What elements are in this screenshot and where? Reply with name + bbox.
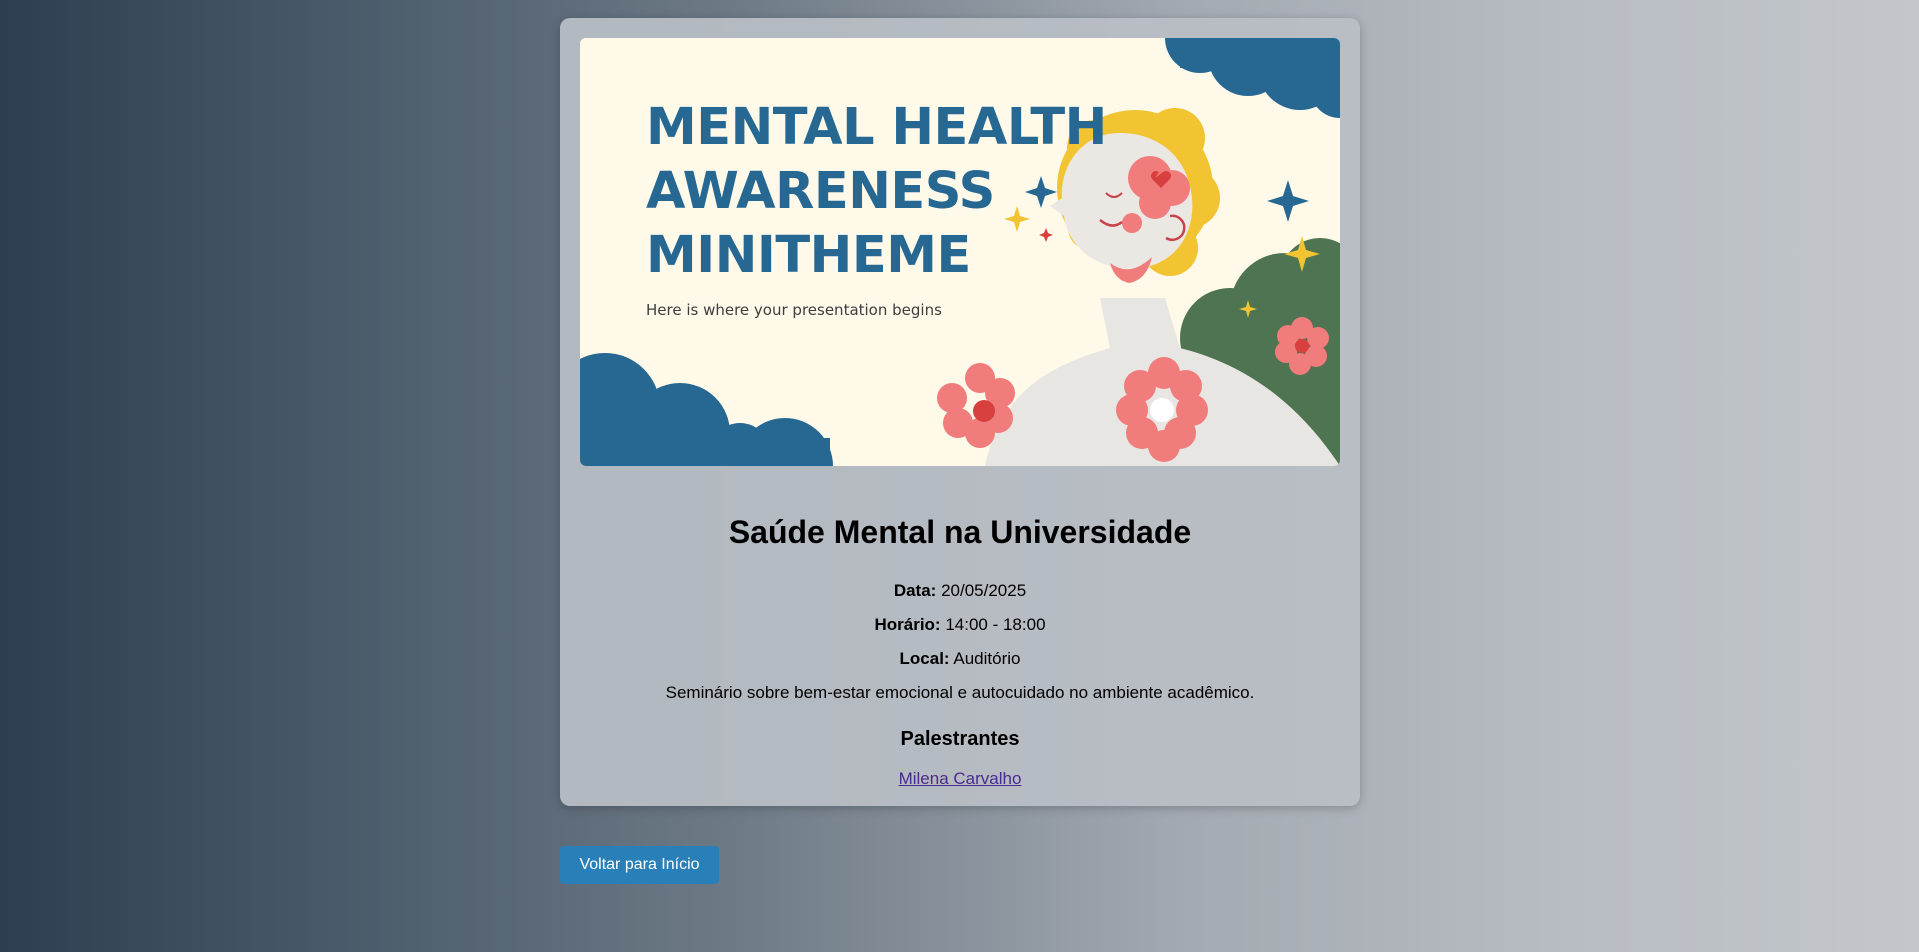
event-date: Data: 20/05/2025 bbox=[560, 581, 1360, 601]
event-time: Horário: 14:00 - 18:00 bbox=[560, 615, 1360, 635]
speaker-link[interactable]: Milena Carvalho bbox=[899, 769, 1022, 788]
location-value: Auditório bbox=[953, 649, 1021, 668]
event-banner-image: MENTAL HEALTH AWARENESS MINITHEME Here i… bbox=[580, 38, 1340, 466]
time-label: Horário: bbox=[874, 615, 941, 634]
time-value: 14:00 - 18:00 bbox=[945, 615, 1046, 634]
speaker-list: Milena Carvalho bbox=[560, 769, 1360, 789]
date-label: Data: bbox=[893, 581, 937, 600]
event-card: MENTAL HEALTH AWARENESS MINITHEME Here i… bbox=[560, 18, 1360, 806]
banner-title-line: MINITHEME bbox=[646, 226, 971, 285]
banner-title-line: MENTAL HEALTH bbox=[646, 98, 1107, 157]
event-description: Seminário sobre bem-estar emocional e au… bbox=[665, 683, 1255, 702]
banner-subtitle: Here is where your presentation begins bbox=[646, 301, 942, 319]
back-to-home-button[interactable]: Voltar para Início bbox=[560, 846, 719, 884]
event-location: Local: Auditório bbox=[560, 649, 1360, 669]
event-title: Saúde Mental na Universidade bbox=[728, 514, 1192, 550]
banner-title: MENTAL HEALTH AWARENESS MINITHEME bbox=[646, 96, 1107, 288]
date-value: 20/05/2025 bbox=[941, 581, 1027, 600]
banner-title-line: AWARENESS bbox=[646, 162, 995, 221]
location-label: Local: bbox=[899, 649, 950, 668]
speakers-heading: Palestrantes bbox=[900, 728, 1020, 750]
